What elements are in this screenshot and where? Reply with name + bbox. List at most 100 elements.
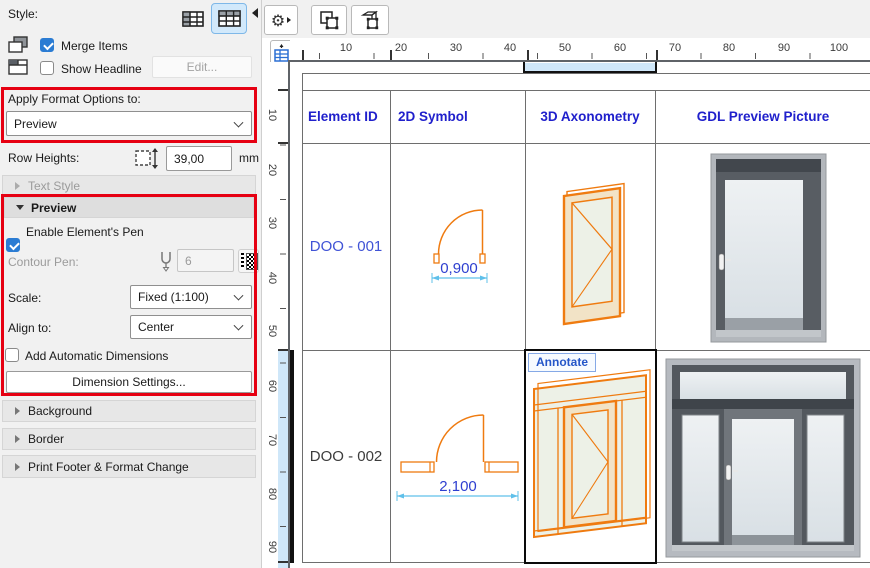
background-label: Background	[28, 404, 92, 418]
show-headline-label: Show Headline	[61, 62, 142, 76]
headline-icon	[8, 59, 28, 75]
text-style-section-header[interactable]: Text Style	[2, 175, 256, 196]
v-ruler-60: 60	[266, 380, 278, 392]
contour-pen-input[interactable]: 6	[177, 249, 234, 272]
row-height-icon[interactable]	[134, 147, 160, 170]
column-indicator-end-tick	[655, 62, 657, 73]
cell-element-id-row2[interactable]: DOO - 002	[303, 351, 389, 562]
scale-value: Fixed (1:100)	[138, 290, 209, 304]
dimension-text: 0,900	[440, 260, 478, 277]
preview-section-header[interactable]: Preview	[4, 197, 254, 218]
h-ruler-30: 30	[441, 42, 471, 54]
v-ruler-70: 70	[266, 434, 278, 446]
auto-dimensions-checkbox[interactable]	[5, 348, 19, 362]
header-cell-element-id[interactable]: Element ID	[303, 91, 389, 142]
style-by-column-button[interactable]	[176, 4, 209, 33]
cell-element-id-row1[interactable]: DOO - 001	[303, 144, 389, 349]
dimension-settings-label: Dimension Settings...	[72, 375, 185, 389]
pen-pattern-icon	[246, 253, 258, 270]
scale-label: Scale:	[8, 291, 41, 305]
edit-headline-button[interactable]: Edit...	[152, 56, 252, 78]
door-2d-symbol: 0,900	[391, 144, 524, 349]
h-ruler-80: 80	[714, 42, 744, 54]
row-heights-value: 39,00	[174, 152, 204, 166]
selected-cell-border	[524, 349, 657, 564]
annotate-tag[interactable]: Annotate	[528, 353, 596, 372]
apply-format-dropdown[interactable]: Preview	[6, 111, 252, 136]
style-label: Style:	[8, 7, 38, 21]
h-ruler-90: 90	[769, 42, 799, 54]
preview-section-label: Preview	[31, 201, 76, 215]
header-cell-gdl-preview[interactable]: GDL Preview Picture	[656, 91, 870, 142]
header-cell-2d-symbol[interactable]: 2D Symbol	[391, 91, 524, 142]
gdl-door-picture	[656, 144, 870, 349]
h-ruler-40: 40	[495, 42, 525, 54]
pen-icon	[159, 250, 173, 272]
selected-row-indicator-bar	[290, 350, 294, 563]
cell-gdl-preview-row2[interactable]	[658, 351, 870, 562]
row-boundary-mark	[278, 89, 288, 91]
gdl-door-assembly-picture	[658, 351, 870, 562]
enable-pen-label: Enable Element's Pen	[26, 225, 144, 239]
table-row-style-icon	[218, 10, 241, 27]
schedule-format-window: Style: Merge Items S	[0, 0, 870, 568]
v-ruler-10: 10	[266, 109, 278, 121]
select-2d-items-button[interactable]	[311, 5, 347, 35]
align-to-dropdown[interactable]: Center	[130, 315, 252, 339]
select-2d-icon	[319, 10, 339, 30]
merge-items-checkbox[interactable]	[40, 38, 54, 52]
cell-3d-axonometry-row1[interactable]	[526, 144, 654, 349]
row-boundary-mark	[278, 142, 288, 144]
merge-items-icon	[8, 36, 28, 54]
door-3d-axonometry	[526, 144, 654, 349]
chevron-right-icon	[15, 463, 20, 471]
dimension-settings-button[interactable]: Dimension Settings...	[6, 371, 252, 393]
edit-headline-button-label: Edit...	[187, 60, 218, 74]
pen-weight-strip	[241, 253, 244, 269]
v-ruler-50: 50	[266, 325, 278, 337]
print-footer-label: Print Footer & Format Change	[28, 460, 189, 474]
show-headline-checkbox[interactable]	[40, 61, 54, 75]
row-heights-unit: mm	[239, 151, 259, 165]
print-footer-section-header[interactable]: Print Footer & Format Change	[2, 455, 256, 478]
column-indicator-end-tick	[523, 62, 525, 73]
select-3d-items-button[interactable]	[351, 5, 389, 35]
vertical-ruler-ticks	[280, 90, 286, 564]
style-by-row-button[interactable]	[211, 3, 247, 34]
chevron-right-icon	[287, 17, 291, 23]
enable-pen-checkbox[interactable]	[6, 238, 20, 252]
h-ruler-50: 50	[550, 42, 580, 54]
contour-pen-value: 6	[185, 254, 192, 268]
cell-2d-symbol-row2[interactable]: 2,100	[391, 351, 524, 562]
contour-pen-label: Contour Pen:	[8, 255, 79, 269]
apply-format-label: Apply Format Options to:	[8, 92, 141, 106]
apply-format-value: Preview	[14, 117, 57, 131]
v-ruler-20: 20	[266, 164, 278, 176]
pen-pattern-swatch[interactable]	[238, 249, 259, 273]
panel-collapse-icon[interactable]	[252, 8, 258, 18]
dimension-text: 2,100	[439, 478, 477, 495]
h-ruler-60: 60	[605, 42, 635, 54]
header-cell-3d-axonometry[interactable]: 3D Axonometry	[526, 91, 654, 142]
auto-dimensions-label: Add Automatic Dimensions	[25, 349, 168, 363]
row-heights-input[interactable]: 39,00	[166, 146, 232, 171]
scale-dropdown[interactable]: Fixed (1:100)	[130, 285, 252, 309]
table-column-style-icon	[182, 11, 204, 27]
selected-column-indicator-bar	[525, 63, 655, 73]
merge-items-label: Merge Items	[61, 39, 128, 53]
door-2d-symbol: 2,100	[391, 351, 524, 562]
format-side-panel	[0, 0, 262, 568]
border-label: Border	[28, 432, 64, 446]
row-boundary-mark	[278, 349, 288, 351]
row-heights-label: Row Heights:	[8, 151, 79, 165]
h-ruler-10: 10	[331, 42, 361, 54]
background-section-header[interactable]: Background	[2, 400, 256, 422]
text-style-label: Text Style	[28, 179, 80, 193]
chevron-right-icon	[15, 435, 20, 443]
settings-menu-button[interactable]: ⚙	[264, 5, 298, 35]
v-ruler-90: 90	[266, 541, 278, 553]
cell-gdl-preview-row1[interactable]	[656, 144, 870, 349]
gear-icon: ⚙	[271, 11, 285, 30]
border-section-header[interactable]: Border	[2, 428, 256, 450]
cell-2d-symbol-row1[interactable]: 0,900	[391, 144, 524, 349]
